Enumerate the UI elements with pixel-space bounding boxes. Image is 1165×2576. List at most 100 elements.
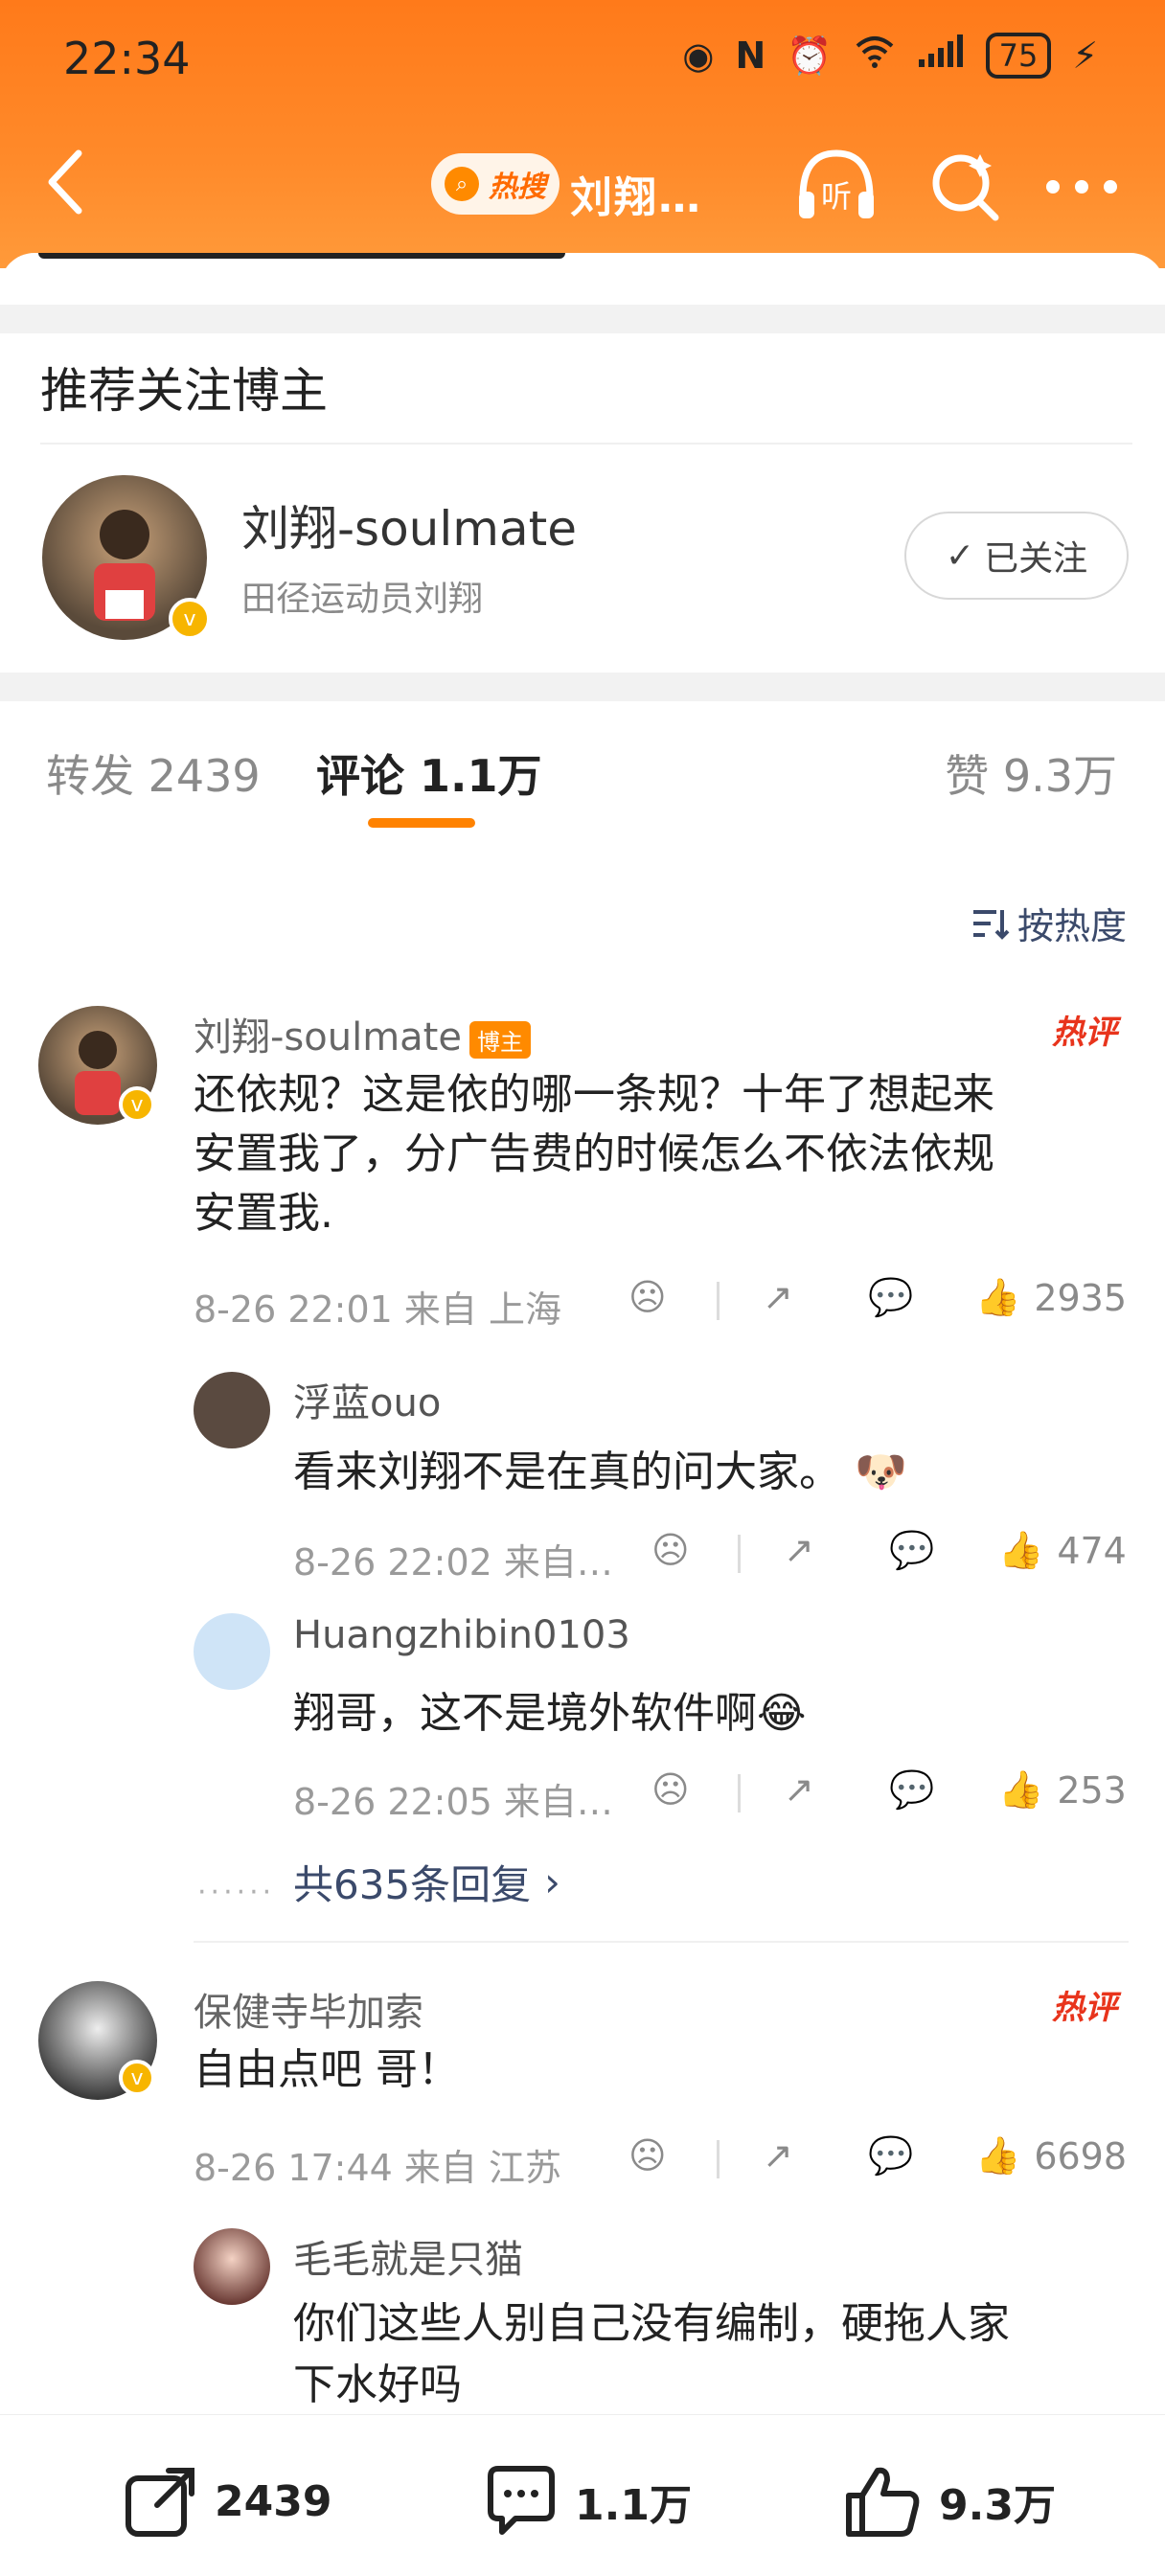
- reply-button[interactable]: 💬: [889, 1529, 934, 1572]
- share-icon: ↗: [763, 1276, 793, 1318]
- reply-text: 你们这些人别自己没有编制，硬拖人家 下水好吗: [293, 2293, 1010, 2416]
- charging-icon: ⚡: [1072, 34, 1098, 77]
- like-button[interactable]: 👍 253: [998, 1768, 1127, 1812]
- share-button[interactable]: ↗: [763, 2134, 793, 2177]
- reply-line: 下水好吗: [293, 2360, 462, 2409]
- comment-icon: [488, 2466, 555, 2535]
- divider: [194, 1941, 1129, 1943]
- comment-author-name: 刘翔-soulmate: [194, 1015, 462, 1060]
- reply-text: 看来刘翔不是在真的问大家。 🐶: [293, 1437, 907, 1498]
- thumbs-up-icon: 👍: [998, 1768, 1044, 1811]
- dislike-button[interactable]: ☹: [651, 1768, 690, 1811]
- dislike-button[interactable]: ☹: [651, 1529, 690, 1571]
- sad-face-icon: ☹: [628, 1276, 667, 1318]
- follow-label: 已关注: [984, 539, 1088, 579]
- reply-author[interactable]: Huangzhibin0103: [293, 1613, 630, 1657]
- more-button[interactable]: [1039, 144, 1125, 230]
- repost-icon: [126, 2468, 194, 2537]
- like-button[interactable]: 👍 6698: [975, 2134, 1127, 2177]
- reply-button[interactable]: 💬: [868, 2134, 913, 2177]
- thumbs-up-icon: 👍: [975, 1276, 1021, 1318]
- share-icon: ↗: [784, 1768, 814, 1811]
- more-replies-label: 共635条回复: [293, 1861, 532, 1908]
- search-button[interactable]: [922, 144, 1008, 230]
- search-icon: [932, 154, 999, 221]
- top-header: 22:34 ◉ N ⏰ 75 ⚡ ⌕ 热搜 刘翔… 听: [0, 0, 1165, 268]
- author-badge: 博主: [468, 1020, 531, 1059]
- chevron-right-icon: ›: [544, 1858, 560, 1905]
- reply-button[interactable]: 💬: [868, 1276, 913, 1319]
- reply-author[interactable]: 浮蓝ouo: [293, 1372, 441, 1427]
- back-button[interactable]: [38, 144, 96, 220]
- hot-comment-tag: 热评: [1052, 1014, 1117, 1052]
- reply-text-body: 看来刘翔不是在真的问大家。: [293, 1448, 841, 1496]
- like-count: 474: [1057, 1529, 1127, 1572]
- dislike-button[interactable]: ☹: [628, 1276, 667, 1318]
- comment-button[interactable]: 1.1万: [483, 2463, 692, 2540]
- listen-button[interactable]: 听: [793, 144, 879, 230]
- reply-text: 翔哥，这不是境外软件啊😂: [293, 1678, 806, 1740]
- header-title[interactable]: 刘翔…: [570, 163, 702, 224]
- hot-comment-tag: 热评: [1052, 1989, 1117, 2027]
- share-button[interactable]: ↗: [784, 1529, 814, 1571]
- avatar[interactable]: [194, 1613, 270, 1690]
- reply-button[interactable]: 💬: [889, 1768, 934, 1812]
- comment-meta: 8-26 22:01 来自 上海: [194, 1288, 561, 1331]
- separator: [738, 1535, 741, 1573]
- laugh-cry-emoji-icon: 😂: [757, 1689, 807, 1738]
- like-count: 2935: [1034, 1276, 1128, 1319]
- signal-icon: [917, 34, 965, 78]
- repost-count: 2439: [215, 2476, 332, 2526]
- like-count: 6698: [1034, 2134, 1128, 2177]
- dislike-button[interactable]: ☹: [628, 2134, 667, 2177]
- repost-button[interactable]: 2439: [123, 2463, 331, 2540]
- comment-line: 还依规？这是依的哪一条规？十年了想起来: [194, 1070, 994, 1119]
- avatar[interactable]: [194, 2228, 270, 2305]
- tab-indicator: [368, 818, 475, 828]
- reply-text-body: 翔哥，这不是境外软件啊: [293, 1689, 757, 1738]
- media-edge: [38, 253, 565, 259]
- verified-icon: v: [119, 1086, 155, 1123]
- divider: [0, 305, 1165, 333]
- separator: [717, 2140, 720, 2178]
- tab-repost[interactable]: 转发 2439: [46, 741, 261, 805]
- comment-line: 安置我了，分广告费的时候怎么不依法依规: [194, 1129, 994, 1178]
- follow-button[interactable]: ✓ 已关注: [904, 512, 1129, 600]
- divider: [0, 672, 1165, 701]
- comment-text: 自由点吧 哥！: [194, 2045, 460, 2094]
- like-button[interactable]: 👍 474: [998, 1529, 1127, 1572]
- separator: [717, 1282, 720, 1320]
- tab-comment[interactable]: 评论 1.1万: [316, 741, 542, 805]
- comment-text: 还依规？这是依的哪一条规？十年了想起来 安置我了，分广告费的时候怎么不依法依规 …: [194, 1065, 994, 1243]
- comment-bubble-icon: 💬: [868, 1276, 914, 1318]
- alarm-icon: ⏰: [787, 34, 833, 77]
- more-replies-link[interactable]: 共635条回复 ›: [293, 1853, 560, 1911]
- share-button[interactable]: ↗: [763, 1276, 793, 1318]
- comment-author[interactable]: 刘翔-soulmate 博主: [194, 1006, 531, 1061]
- eye-icon: ◉: [682, 34, 715, 77]
- like-button[interactable]: 👍 2935: [975, 1276, 1127, 1319]
- bottom-action-bar: 2439 1.1万 9.3万: [0, 2414, 1165, 2576]
- share-icon: ↗: [784, 1529, 814, 1571]
- like-count: 253: [1057, 1768, 1127, 1812]
- like-button[interactable]: 9.3万: [843, 2463, 1056, 2540]
- sort-button[interactable]: 按热度: [971, 897, 1127, 949]
- hot-search-pill[interactable]: ⌕ 热搜: [431, 153, 560, 215]
- status-time: 22:34: [63, 33, 191, 84]
- headphones-icon: 听: [799, 149, 874, 218]
- thumbs-up-icon: 👍: [975, 2134, 1021, 2177]
- tab-like[interactable]: 赞 9.3万: [945, 741, 1117, 805]
- verified-icon: v: [119, 2060, 155, 2096]
- comment-bubble-icon: 💬: [868, 2134, 914, 2177]
- battery-icon: 75: [985, 33, 1052, 79]
- reply-line: 你们这些人别自己没有编制，硬拖人家: [293, 2299, 1010, 2348]
- blogger-name[interactable]: 刘翔-soulmate: [241, 490, 577, 559]
- svg-text:听: 听: [821, 178, 852, 215]
- sad-face-icon: ☹: [651, 1768, 690, 1811]
- reply-author[interactable]: 毛毛就是只猫: [293, 2228, 523, 2284]
- sad-face-icon: ☹: [628, 2134, 667, 2177]
- comment-author[interactable]: 保健寺毕加索: [194, 1981, 423, 2037]
- comment-bubble-icon: 💬: [889, 1768, 935, 1811]
- avatar[interactable]: [194, 1372, 270, 1448]
- share-button[interactable]: ↗: [784, 1768, 814, 1811]
